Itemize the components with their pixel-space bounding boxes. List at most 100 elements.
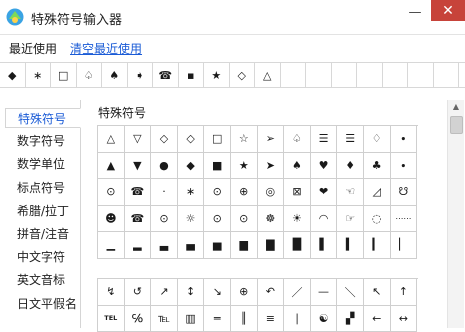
symbol-cell[interactable]: ▍	[337, 232, 364, 259]
symbol-cell[interactable]: △	[98, 126, 125, 153]
sidebar-item-5[interactable]: 拼音/注音	[5, 224, 80, 244]
symbol-cell[interactable]: ⊙	[98, 179, 125, 206]
symbol-cell[interactable]: ↘	[204, 279, 231, 306]
recent-symbol-cell[interactable]: □	[51, 63, 77, 87]
sidebar-item-6[interactable]: 中文字符	[5, 247, 80, 267]
symbol-cell[interactable]: ▅	[204, 232, 231, 259]
recent-symbol-cell[interactable]: ★	[204, 63, 230, 87]
recent-symbol-cell[interactable]: ▪	[179, 63, 205, 87]
symbol-cell[interactable]: ☎	[125, 206, 152, 233]
recent-symbol-cell[interactable]: ☎	[153, 63, 179, 87]
recent-symbol-cell[interactable]	[281, 63, 307, 87]
symbol-cell[interactable]: ∙	[391, 153, 418, 180]
symbol-cell[interactable]: ℡	[151, 306, 178, 332]
recent-symbol-cell[interactable]	[383, 63, 409, 87]
symbol-cell[interactable]: ＼	[337, 279, 364, 306]
symbol-cell[interactable]: ↖	[364, 279, 391, 306]
symbol-cell[interactable]: ↗	[151, 279, 178, 306]
symbol-cell[interactable]: ☎	[125, 179, 152, 206]
symbol-cell[interactable]: ☼	[178, 206, 205, 233]
symbol-cell[interactable]: ▥	[178, 306, 205, 332]
symbol-cell[interactable]: ⊠	[284, 179, 311, 206]
symbol-cell[interactable]: ●	[151, 153, 178, 180]
close-button[interactable]: ✕	[431, 0, 465, 21]
symbol-cell[interactable]: ▌	[311, 232, 338, 259]
symbol-cell[interactable]: ▽	[125, 126, 152, 153]
symbol-cell[interactable]: ☻	[98, 206, 125, 233]
symbol-cell[interactable]: ↔	[391, 306, 418, 332]
recent-symbol-cell[interactable]: ◆	[0, 63, 26, 87]
sidebar-item-0[interactable]: 特殊符号	[5, 108, 81, 128]
sidebar-item-1[interactable]: 数字符号	[5, 131, 80, 151]
symbol-cell[interactable]: ⊙	[151, 206, 178, 233]
symbol-cell[interactable]: ➤	[258, 153, 285, 180]
symbol-cell[interactable]: ▆	[231, 232, 258, 259]
symbol-cell[interactable]: ☜	[337, 179, 364, 206]
symbol-cell[interactable]: ↑	[391, 279, 418, 306]
symbol-cell[interactable]: ↺	[125, 279, 152, 306]
symbol-cell[interactable]: ═	[204, 306, 231, 332]
symbol-cell[interactable]: ▞	[337, 306, 364, 332]
symbol-cell[interactable]: ☸	[258, 206, 285, 233]
minimize-button[interactable]: —	[401, 2, 429, 22]
symbol-cell[interactable]: ⊕	[231, 179, 258, 206]
vertical-scrollbar[interactable]: ▲	[447, 100, 464, 328]
symbol-cell[interactable]: ♢	[364, 126, 391, 153]
symbol-cell[interactable]: ≡	[258, 306, 285, 332]
symbol-cell[interactable]: ▎	[364, 232, 391, 259]
recent-symbol-cell[interactable]: ∗	[26, 63, 52, 87]
symbol-cell[interactable]: ♥	[311, 153, 338, 180]
symbol-cell[interactable]: ∙	[391, 126, 418, 153]
symbol-cell[interactable]: ▂	[125, 232, 152, 259]
symbol-cell[interactable]: ❤	[311, 179, 338, 206]
symbol-cell[interactable]: ▇	[258, 232, 285, 259]
recent-symbol-cell[interactable]	[408, 63, 434, 87]
scroll-thumb[interactable]	[450, 116, 463, 134]
recent-symbol-cell[interactable]	[306, 63, 332, 87]
recent-symbol-cell[interactable]: △	[255, 63, 281, 87]
symbol-cell[interactable]: ▄	[178, 232, 205, 259]
symbol-cell[interactable]: ☀	[284, 206, 311, 233]
symbol-cell[interactable]: ♠	[284, 153, 311, 180]
symbol-cell[interactable]: ／	[284, 279, 311, 306]
symbol-cell[interactable]: ☆	[231, 126, 258, 153]
symbol-cell[interactable]: ℅	[125, 306, 152, 332]
symbol-cell[interactable]: ▼	[125, 153, 152, 180]
symbol-cell[interactable]: ∣	[284, 306, 311, 332]
symbol-cell[interactable]: ║	[231, 306, 258, 332]
symbol-cell[interactable]: ♤	[284, 126, 311, 153]
symbol-cell[interactable]: ◎	[258, 179, 285, 206]
symbol-cell[interactable]: ☰	[311, 126, 338, 153]
sidebar-item-3[interactable]: 标点符号	[5, 178, 80, 198]
symbol-cell[interactable]: —	[311, 279, 338, 306]
recent-symbol-cell[interactable]	[332, 63, 358, 87]
symbol-cell[interactable]: ↯	[98, 279, 125, 306]
symbol-cell[interactable]: ◆	[178, 153, 205, 180]
symbol-cell[interactable]: ♣	[364, 153, 391, 180]
symbol-cell[interactable]: ◌	[364, 206, 391, 233]
symbol-cell[interactable]: ·	[151, 179, 178, 206]
symbol-cell[interactable]: ▏	[391, 232, 418, 259]
symbol-cell[interactable]: TEL	[98, 306, 125, 332]
recent-symbol-cell[interactable]	[357, 63, 383, 87]
symbol-cell[interactable]: ◇	[151, 126, 178, 153]
symbol-cell[interactable]: ☯	[311, 306, 338, 332]
symbol-cell[interactable]: ∗	[178, 179, 205, 206]
symbol-cell[interactable]: ☰	[337, 126, 364, 153]
symbol-cell[interactable]: ▁	[98, 232, 125, 259]
symbol-cell[interactable]: ■	[204, 153, 231, 180]
symbol-cell[interactable]: ⋯⋯	[391, 206, 418, 233]
symbol-cell[interactable]: ⊙	[231, 206, 258, 233]
symbol-cell[interactable]: ←	[364, 306, 391, 332]
symbol-cell[interactable]: □	[204, 126, 231, 153]
symbol-cell[interactable]: ⊙	[204, 179, 231, 206]
symbol-cell[interactable]: ↕	[178, 279, 205, 306]
symbol-cell[interactable]: ◠	[311, 206, 338, 233]
recent-symbol-cell[interactable]: ♤	[77, 63, 103, 87]
scroll-up-arrow-icon[interactable]: ▲	[448, 100, 464, 114]
symbol-cell[interactable]: ☞	[337, 206, 364, 233]
symbol-cell[interactable]: ↶	[258, 279, 285, 306]
sidebar-item-8[interactable]: 日文平假名	[5, 294, 80, 314]
symbol-cell[interactable]: ▃	[151, 232, 178, 259]
symbol-cell[interactable]: ◇	[178, 126, 205, 153]
